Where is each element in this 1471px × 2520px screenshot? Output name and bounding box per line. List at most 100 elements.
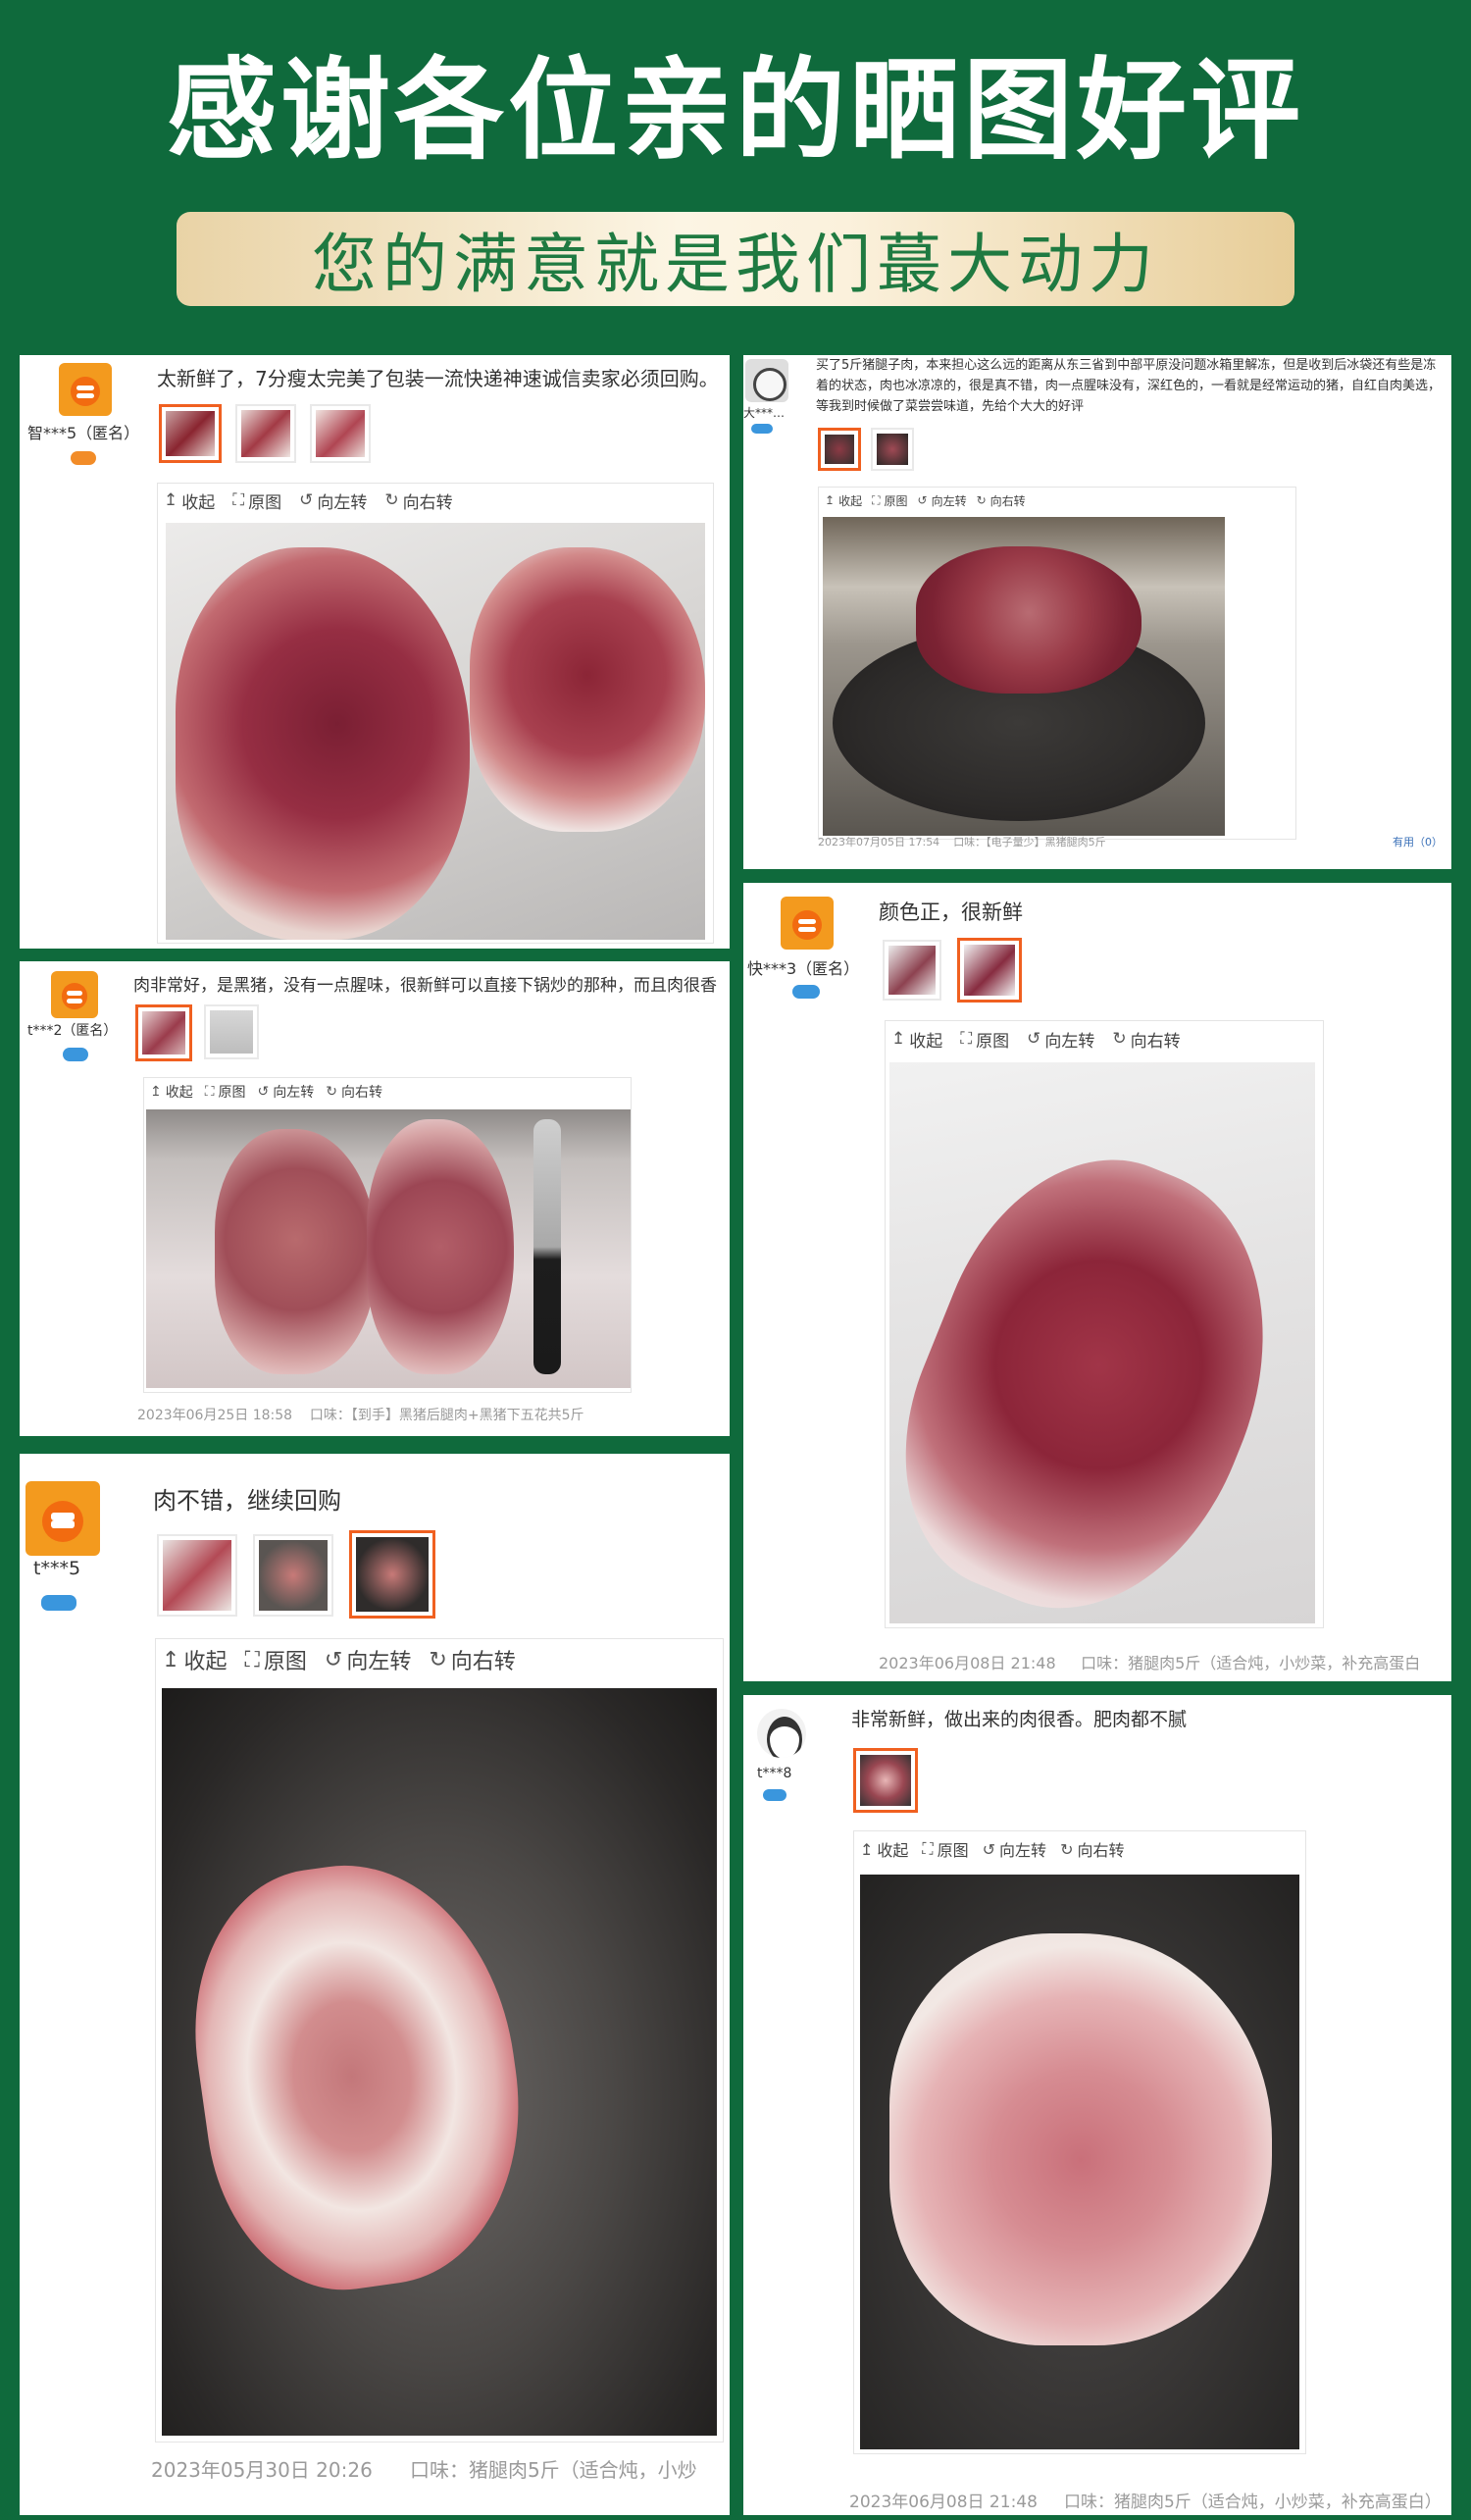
review-date: 2023年07月05日 17:54 [818,836,940,849]
rotate-left-button[interactable]: ↺ 向左转 [983,1837,1046,1861]
review-variant: 口味：【到手】黑猪后腿肉+黑猪下五花共5斤 [309,1408,584,1423]
useful-button[interactable]: 有用（0） [1393,834,1443,849]
rotate-left-icon: ↺ [299,490,314,510]
subtitle-text: 您的满意就是我们蕞大动力 [312,227,1159,302]
knife-image [533,1119,561,1374]
review-date: 2023年06月25日 18:58 [137,1408,293,1423]
review-photo[interactable] [823,517,1225,836]
rotate-right-icon: ↻ [1112,1029,1127,1049]
username: t***8 [757,1766,792,1781]
rotate-right-button[interactable]: ↻ 向右转 [1112,1027,1180,1052]
rotate-left-button[interactable]: ↺ 向左转 [1027,1027,1094,1052]
rotate-left-button[interactable]: ↺ 向左转 [918,492,967,509]
viewer-toolbar: ↥ 收起 ⛶ 原图 ↺ 向左转 ↻ 向右转 [891,1021,1323,1056]
review-photo[interactable] [162,1688,717,2436]
review-thumbnail[interactable] [235,404,296,463]
review-photo[interactable] [166,523,705,940]
review-variant: 口味：【电子量少】黑猪腿肉5斤 [953,836,1106,849]
rotate-right-button[interactable]: ↻ 向右转 [1060,1837,1124,1861]
original-button[interactable]: ⛶ 原图 [244,1644,306,1675]
review-meta: 2023年07月05日 17:54 口味：【电子量少】黑猪腿肉5斤 [818,834,1269,849]
original-icon: ⛶ [872,492,881,507]
collapse-button[interactable]: ↥ 收起 [891,1027,942,1052]
level-badge [71,451,96,465]
review-photo[interactable] [146,1109,631,1388]
collapse-button[interactable]: ↥ 收起 [162,1644,227,1675]
collapse-button[interactable]: ↥ 收起 [150,1082,193,1102]
avatar [25,1481,100,1556]
level-badge [763,1789,786,1801]
review-text: 非常新鲜，做出来的肉很香。肥肉都不腻 [851,1709,1188,1730]
viewer-toolbar: ↥ 收起 ⛶ 原图 ↺ 向左转 ↻ 向右转 [164,484,713,517]
avatar [745,359,788,402]
rotate-left-icon: ↺ [1027,1029,1041,1049]
original-button[interactable]: ⛶ 原图 [922,1837,968,1861]
rotate-left-icon: ↺ [917,493,928,507]
review-thumbnail[interactable] [157,1534,237,1617]
review-text: 买了5斤猪腿子肉，本来担心这么远的距离从东三省到中部平原没问题冰箱里解冻，但是收… [816,358,1442,414]
image-viewer: ↥ 收起 ⛶ 原图 ↺ 向左转 ↻ 向右转 [818,487,1296,840]
review-thumbnail[interactable] [871,428,914,471]
rotate-right-button[interactable]: ↻ 向右转 [977,492,1026,509]
image-viewer: ↥ 收起 ⛶ 原图 ↺ 向左转 ↻ 向右转 [885,1020,1324,1628]
image-viewer: ↥ 收起 ⛶ 原图 ↺ 向左转 ↻ 向右转 [143,1077,632,1393]
review-thumbnail[interactable] [159,404,222,463]
meat-image [889,1933,1272,2345]
meat-image [173,1844,543,2307]
review-thumbnail[interactable] [957,938,1022,1003]
rotate-right-button[interactable]: ↻ 向右转 [384,489,452,513]
rotate-right-icon: ↻ [976,493,987,507]
collapse-button[interactable]: ↥ 收起 [825,492,862,509]
review-meta: 2023年06月25日 18:58 口味：【到手】黑猪后腿肉+黑猪下五花共5斤 [137,1405,726,1424]
review-text: 肉非常好，是黑猪，没有一点腥味，很新鲜可以直接下锅炒的那种，而且肉很香 [133,976,717,996]
review-thumbnail[interactable] [818,428,861,471]
original-icon: ⛶ [922,1839,934,1858]
review-thumbnail[interactable] [349,1530,435,1619]
review-text: 肉不错，继续回购 [153,1487,341,1515]
viewer-toolbar: ↥ 收起 ⛶ 原图 ↺ 向左转 ↻ 向右转 [860,1831,1305,1867]
rotate-right-button[interactable]: ↻ 向右转 [429,1644,515,1675]
level-badge [41,1595,76,1611]
image-viewer: ↥ 收起 ⛶ 原图 ↺ 向左转 ↻ 向右转 [155,1638,724,2443]
meat-image [176,547,470,940]
meat-image [916,546,1141,694]
image-viewer: ↥ 收起 ⛶ 原图 ↺ 向左转 ↻ 向右转 [853,1830,1306,2454]
review-variant: 口味：猪腿肉5斤（适合炖，小炒菜，补充高蛋白 [1081,1654,1421,1672]
review-thumbnail[interactable] [883,940,941,1001]
original-button[interactable]: ⛶ 原图 [960,1027,1009,1052]
rotate-left-button[interactable]: ↺ 向左转 [299,489,367,513]
collapse-icon: ↥ [860,1839,874,1859]
username: t***5 [33,1558,81,1579]
rotate-right-button[interactable]: ↻ 向右转 [326,1082,382,1102]
collapse-icon: ↥ [891,1029,906,1049]
review-photo[interactable] [889,1062,1315,1623]
review-photo[interactable] [860,1875,1299,2449]
review-card: t***2（匿名） 肉非常好，是黑猪，没有一点腥味，很新鲜可以直接下锅炒的那种，… [20,961,730,1436]
meat-image [889,1115,1315,1623]
original-button[interactable]: ⛶ 原图 [205,1082,246,1102]
viewer-toolbar: ↥ 收起 ⛶ 原图 ↺ 向左转 ↻ 向右转 [150,1078,631,1106]
collapse-icon: ↥ [164,490,178,510]
review-variant: 口味：猪腿肉5斤（适合炖，小炒菜，补充高蛋白） [1063,2493,1442,2512]
review-thumbnail[interactable] [310,404,371,463]
meat-image [470,547,705,832]
review-thumbnail[interactable] [204,1004,259,1059]
viewer-toolbar: ↥ 收起 ⛶ 原图 ↺ 向左转 ↻ 向右转 [162,1639,723,1680]
review-thumbnail[interactable] [253,1534,333,1617]
rotate-left-button[interactable]: ↺ 向左转 [325,1644,411,1675]
collapse-button[interactable]: ↥ 收起 [860,1837,908,1861]
review-card: t***8 非常新鲜，做出来的肉很香。肥肉都不腻 ↥ 收起 ⛶ 原图 ↺ 向左转 ↻ 向… [743,1695,1451,2515]
level-badge [751,424,773,434]
review-thumbnail[interactable] [135,1004,192,1061]
original-button[interactable]: ⛶ 原图 [872,492,907,509]
review-thumbnail[interactable] [853,1748,918,1813]
original-button[interactable]: ⛶ 原图 [232,489,281,513]
review-meta: 2023年06月08日 21:48 口味：猪腿肉5斤（适合炖，小炒菜，补充高蛋白… [849,2488,1447,2512]
avatar [757,1709,806,1758]
username: 智***5（匿名） [27,424,140,442]
collapse-button[interactable]: ↥ 收起 [164,489,215,513]
rotate-right-icon: ↻ [384,490,399,510]
rotate-right-icon: ↻ [429,1647,447,1672]
rotate-left-button[interactable]: ↺ 向左转 [258,1082,315,1102]
username: 快***3（匿名） [747,959,860,978]
